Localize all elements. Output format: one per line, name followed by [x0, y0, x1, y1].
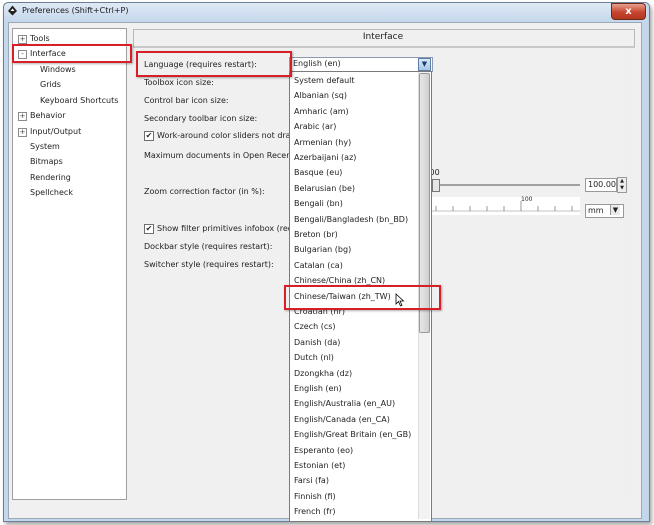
language-option[interactable]: Bengali (bn) [294, 199, 343, 208]
zoom-value-field[interactable]: 100.00 [585, 178, 617, 192]
secondary-toolbar-icon-size-label: Secondary toolbar icon size: [144, 114, 258, 123]
expand-icon[interactable]: + [18, 128, 27, 137]
sidebar-item-label: Input/Output [30, 127, 82, 136]
language-option[interactable]: English/Great Britain (en_GB) [294, 430, 411, 439]
language-option[interactable]: Dzongkha (dz) [294, 369, 352, 378]
language-option[interactable]: System default [294, 76, 355, 85]
sidebar-item-label: Rendering [30, 173, 71, 182]
switcher-style-label: Switcher style (requires restart): [144, 260, 274, 269]
zoom-correction-label: Zoom correction factor (in %): [144, 187, 265, 196]
zoom-slider-track[interactable] [432, 184, 580, 186]
window-title: Preferences (Shift+Ctrl+P) [22, 6, 129, 15]
highlight-box-language [136, 51, 292, 77]
toolbox-icon-size-label: Toolbox icon size: [144, 78, 214, 87]
panel-scrollbar[interactable] [625, 48, 634, 498]
inkscape-icon [7, 5, 18, 16]
language-option[interactable]: Czech (cs) [294, 322, 336, 331]
language-option[interactable]: French (fr) [294, 507, 335, 516]
workaround-label: Work-around color sliders not drawin [157, 131, 305, 140]
filter-infobox-checkbox[interactable]: ✔ [144, 224, 154, 234]
language-option[interactable]: Basque (eu) [294, 168, 342, 177]
sidebar-item-label: Spellcheck [30, 188, 73, 197]
language-option[interactable]: Bengali/Bangladesh (bn_BD) [294, 215, 408, 224]
language-option[interactable]: Catalan (ca) [294, 261, 343, 270]
max-documents-label: Maximum documents in Open Recent: [144, 151, 298, 160]
sidebar-item-label: Grids [40, 80, 61, 89]
language-option[interactable]: English/Canada (en_CA) [294, 415, 390, 424]
language-option[interactable]: Albanian (sq) [294, 91, 347, 100]
chevron-down-icon[interactable]: ▼ [610, 205, 620, 215]
language-option[interactable]: English/Australia (en_AU) [294, 399, 395, 408]
ruler-tick-label: 100 [521, 196, 533, 203]
chevron-down-icon[interactable]: ▼ [418, 58, 431, 71]
language-option[interactable]: Bulgarian (bg) [294, 245, 351, 254]
language-option[interactable]: Estonian (et) [294, 461, 345, 470]
language-option[interactable]: Arabic (ar) [294, 122, 336, 131]
language-option[interactable]: Armenian (hy) [294, 138, 351, 147]
mouse-pointer-icon [395, 293, 405, 309]
sidebar-item-label: Bitmaps [30, 157, 63, 166]
category-tree: + Tools - Interface Windows Grids Keyboa… [12, 28, 127, 500]
zoom-ruler [430, 197, 580, 215]
sidebar-item-label: Behavior [30, 111, 66, 120]
language-select-value: English (en) [293, 59, 341, 68]
language-option[interactable]: Farsi (fa) [294, 476, 329, 485]
zoom-slider-handle[interactable] [432, 179, 440, 192]
expand-icon[interactable]: + [18, 112, 27, 121]
highlight-box-chinese-taiwan [284, 285, 441, 310]
language-option[interactable]: Breton (br) [294, 230, 338, 239]
sidebar-item-label: Windows [40, 65, 76, 74]
language-option[interactable]: Azerbaijani (az) [294, 153, 356, 162]
language-option[interactable]: Belarusian (be) [294, 184, 355, 193]
sidebar-item-label: System [30, 142, 60, 151]
filter-infobox-label: Show filter primitives infobox (require [157, 224, 309, 233]
workaround-checkbox[interactable]: ✔ [144, 131, 154, 141]
panel-heading: Interface [362, 32, 404, 42]
control-bar-icon-size-label: Control bar icon size: [144, 96, 229, 105]
language-option[interactable]: English (en) [294, 384, 342, 393]
close-button[interactable]: x [611, 3, 646, 20]
language-option[interactable]: Esperanto (eo) [294, 446, 353, 455]
language-option[interactable]: Finnish (fi) [294, 492, 336, 501]
language-option[interactable]: Dutch (nl) [294, 353, 334, 362]
expand-icon[interactable]: + [18, 35, 27, 44]
language-option[interactable]: Amharic (am) [294, 107, 349, 116]
highlight-box-interface [12, 44, 132, 63]
language-option[interactable]: Chinese/China (zh_CN) [294, 276, 385, 285]
dockbar-style-label: Dockbar style (requires restart): [144, 242, 273, 251]
zoom-spin-button[interactable]: ▲ ▼ [617, 177, 627, 193]
sidebar-item-label: Keyboard Shortcuts [40, 96, 119, 105]
language-option[interactable]: Danish (da) [294, 338, 340, 347]
